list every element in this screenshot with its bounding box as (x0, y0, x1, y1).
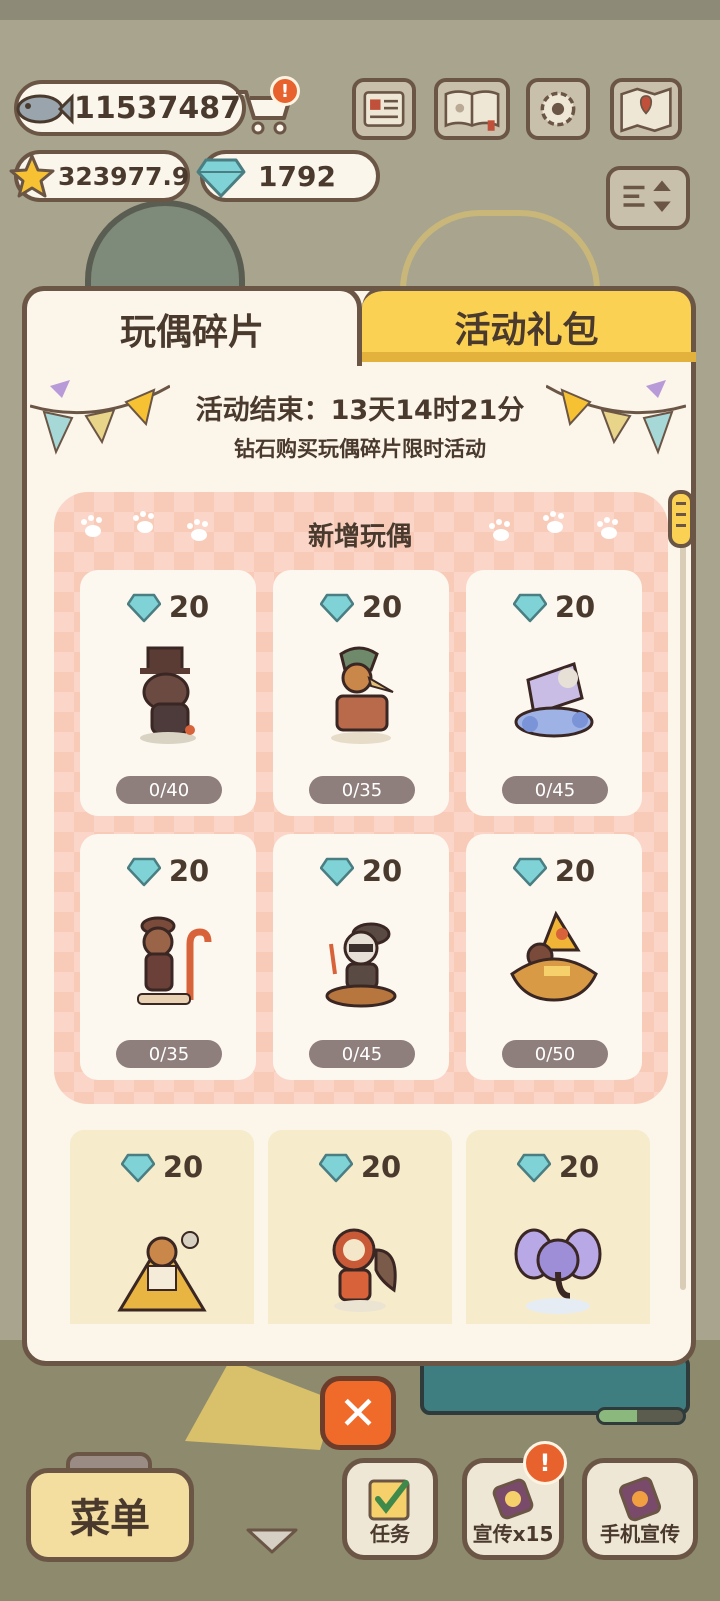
pharaoh-cat-doll-icon (117, 1231, 207, 1312)
chevron-down-icon[interactable] (244, 1526, 300, 1556)
doll-card[interactable]: 20 0/45 (273, 834, 449, 1080)
price-value: 20 (361, 854, 403, 888)
background-window (85, 200, 245, 300)
price-tag: 20 (268, 1150, 452, 1184)
doll-card[interactable]: 20 0/35 (80, 834, 256, 1080)
fragment-progress: 0/35 (116, 1040, 222, 1068)
diamond-icon (319, 857, 354, 887)
menu-label: 菜单 (70, 1496, 150, 1542)
promote-label: 宣传x15 (472, 1522, 554, 1546)
diamond-icon (512, 593, 547, 623)
price-tag: 20 (273, 590, 449, 624)
phone-promote-button[interactable]: 手机宣传 (582, 1458, 698, 1560)
cart-alert-badge: ! (270, 76, 300, 106)
menu-button[interactable]: 菜单 (26, 1468, 194, 1562)
gem-value: 1792 (258, 159, 336, 193)
sort-icon (623, 180, 671, 212)
tasks-button[interactable]: 任务 (342, 1458, 438, 1560)
close-icon: ✕ (338, 1386, 378, 1440)
album-button[interactable] (434, 78, 510, 140)
price-tag: 20 (273, 854, 449, 888)
fragment-progress: 0/50 (502, 1040, 608, 1068)
tasks-label: 任务 (370, 1522, 410, 1546)
map-button[interactable] (610, 78, 682, 140)
close-button[interactable]: ✕ (320, 1376, 396, 1450)
star-value: 323977.9 (58, 161, 190, 191)
diamond-icon (120, 1153, 155, 1183)
raccoon-pirate-doll-icon (325, 922, 397, 1008)
flower-squirrel-doll-icon (332, 1228, 397, 1312)
doll-card[interactable]: 20 0/35 (273, 570, 449, 816)
price-value: 20 (361, 590, 403, 624)
doll-card[interactable]: 20 0/50 (466, 834, 642, 1080)
price-tag: 20 (466, 590, 642, 624)
purple-elephant-doll-icon (514, 1228, 602, 1314)
price-tag: 20 (70, 1150, 254, 1184)
fragment-progress: 0/45 (309, 1040, 415, 1068)
phone-promote-label: 手机宣传 (600, 1522, 680, 1546)
price-tag: 20 (466, 1150, 650, 1184)
background-arch (400, 210, 600, 290)
featured-title: 新增玩偶 (307, 522, 412, 552)
gear-icon (540, 91, 576, 127)
promote-button[interactable]: 宣传x15 ! (462, 1441, 567, 1560)
price-value: 20 (558, 1150, 600, 1184)
diamond-icon (196, 158, 246, 198)
newspaper-icon (363, 91, 405, 127)
tab-shadow (362, 352, 696, 362)
fragment-progress: 0/45 (502, 776, 608, 804)
diamond-icon (126, 857, 161, 887)
witch-hat-doll-icon (510, 910, 598, 1002)
tab-event-packs-label: 活动礼包 (454, 309, 599, 351)
fragment-progress: 0/40 (116, 776, 222, 804)
price-tag: 20 (80, 854, 256, 888)
fragment-progress: 0/35 (309, 776, 415, 804)
background-progress-bar (596, 1407, 686, 1425)
doll-card[interactable]: 20 0/45 (466, 570, 642, 816)
settings-button[interactable] (526, 78, 590, 140)
candy-cane-doll-icon (137, 916, 212, 1005)
price-value: 20 (554, 590, 596, 624)
sort-toggle-button[interactable] (606, 166, 690, 230)
newspaper-button[interactable] (352, 78, 416, 140)
bird-mask-doll-icon (331, 646, 394, 744)
shop-cart-button[interactable]: ! (230, 76, 300, 138)
tab-event-packs[interactable]: 活动礼包 (362, 286, 696, 362)
price-tag: 20 (466, 854, 642, 888)
lace-pillow-doll-icon (514, 662, 594, 738)
scroll-thumb[interactable] (668, 490, 694, 548)
price-value: 20 (360, 1150, 402, 1184)
diamond-icon (516, 1153, 551, 1183)
doll-card[interactable]: 20 (268, 1130, 452, 1324)
doll-card[interactable]: 20 (70, 1130, 254, 1324)
price-tag: 20 (80, 590, 256, 624)
tab-doll-fragments[interactable]: 玩偶碎片 (22, 286, 362, 366)
event-countdown: 活动结束：13天14时21分 (195, 395, 525, 426)
price-value: 20 (168, 590, 210, 624)
star-icon (9, 154, 55, 198)
top-hat-dog-doll-icon (140, 646, 196, 744)
diamond-icon (126, 593, 161, 623)
diamond-icon (512, 857, 547, 887)
price-value: 20 (168, 854, 210, 888)
promote-alert-badge: ! (523, 1441, 567, 1485)
price-value: 20 (554, 854, 596, 888)
diamond-icon (319, 593, 354, 623)
doll-card[interactable]: 20 0/40 (80, 570, 256, 816)
doll-card[interactable]: 20 (466, 1130, 650, 1324)
diamond-icon (318, 1153, 353, 1183)
fish-icon (16, 93, 74, 125)
map-icon (620, 87, 672, 133)
event-description: 钻石购买玩偶碎片限时活动 (234, 437, 486, 461)
fish-coin-value: 11537487 (74, 90, 241, 126)
price-value: 20 (162, 1150, 204, 1184)
scroll-track[interactable] (680, 490, 686, 1290)
tab-doll-fragments-label: 玩偶碎片 (119, 311, 264, 353)
book-icon (444, 90, 500, 131)
